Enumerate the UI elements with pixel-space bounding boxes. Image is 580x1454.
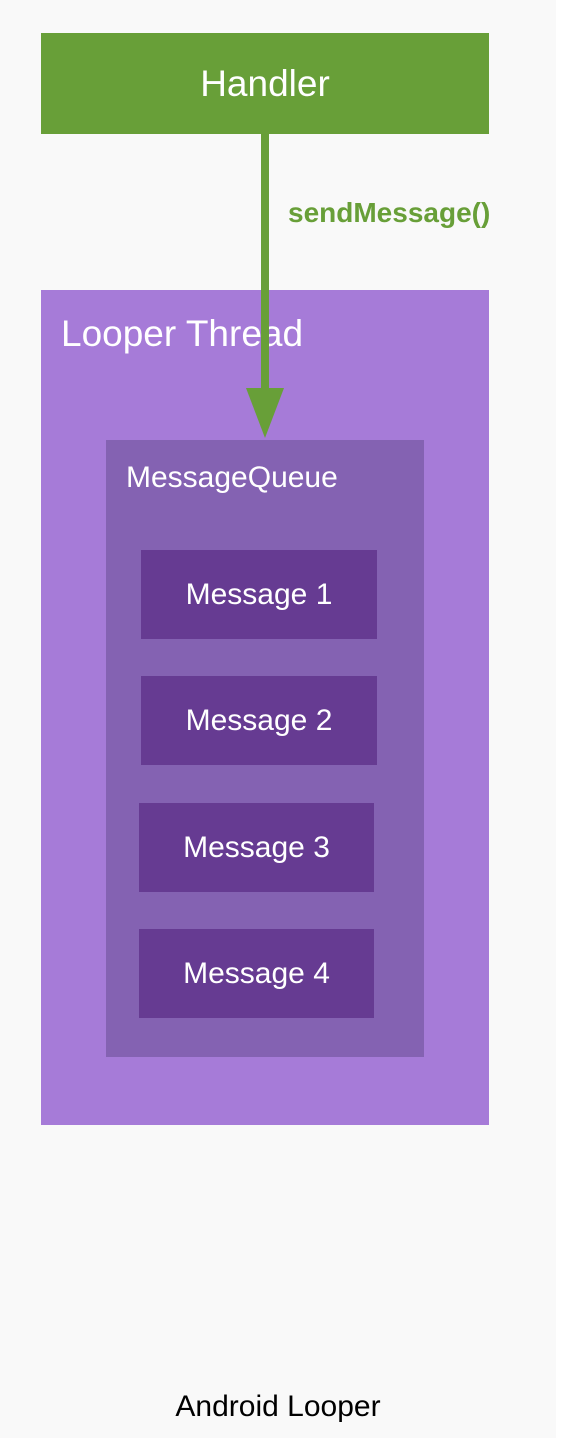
message-box-2: Message 2 (141, 676, 377, 765)
diagram-caption: Android Looper (175, 1390, 381, 1423)
message-label-3: Message 3 (183, 830, 330, 864)
message-box-1: Message 1 (141, 550, 377, 639)
message-label-2: Message 2 (185, 703, 333, 737)
message-box-4: Message 4 (139, 929, 374, 1018)
message-queue-label: MessageQueue (126, 461, 338, 494)
handler-box: Handler (41, 33, 489, 134)
looper-thread-label: Looper Thread (61, 313, 304, 354)
handler-label: Handler (200, 62, 330, 104)
message-box-3: Message 3 (139, 803, 374, 892)
message-label-1: Message 1 (185, 577, 333, 611)
message-label-4: Message 4 (183, 956, 330, 990)
send-message-label: sendMessage() (288, 197, 491, 228)
